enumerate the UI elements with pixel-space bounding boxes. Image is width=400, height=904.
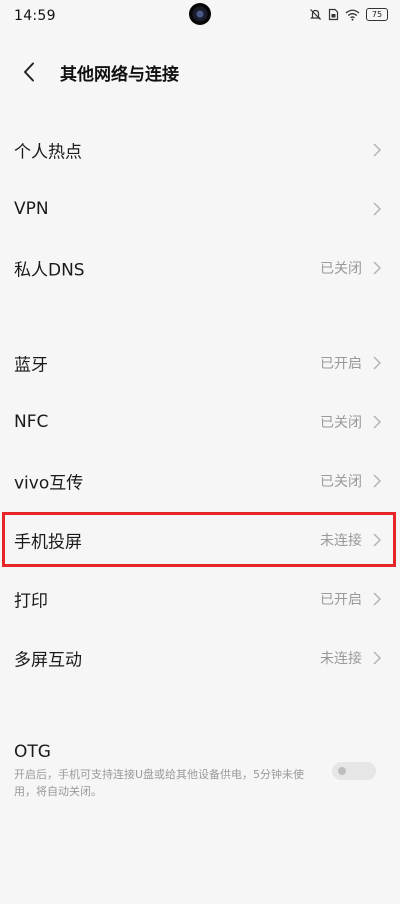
status-icons: 75 bbox=[309, 8, 388, 21]
item-label: 打印 bbox=[14, 591, 48, 612]
nfc-item[interactable]: NFC 已关闭 bbox=[0, 393, 400, 451]
chevron-right-icon bbox=[373, 592, 382, 606]
item-label: vivo互传 bbox=[14, 473, 84, 494]
status-time: 14:59 bbox=[14, 8, 56, 24]
chevron-right-icon bbox=[373, 651, 382, 665]
otg-toggle[interactable] bbox=[332, 762, 376, 780]
back-button[interactable] bbox=[14, 56, 44, 88]
vivo-share-item[interactable]: vivo互传 已关闭 bbox=[0, 452, 400, 510]
item-label: VPN bbox=[14, 199, 49, 219]
item-label: 手机投屏 bbox=[14, 532, 82, 553]
front-camera bbox=[189, 3, 211, 25]
otg-description: 开启后，手机可支持连接U盘或给其他设备供电，5分钟未使用，将自动关闭。 bbox=[14, 768, 305, 798]
otg-label: OTG bbox=[14, 742, 51, 762]
item-value: 未连接 bbox=[320, 533, 362, 549]
hotspot-item[interactable]: 个人热点 bbox=[0, 121, 400, 179]
item-label: 个人热点 bbox=[14, 142, 82, 163]
battery-icon: 75 bbox=[366, 8, 388, 21]
mute-icon bbox=[310, 9, 321, 20]
chevron-right-icon bbox=[373, 261, 382, 275]
item-label: 蓝牙 bbox=[14, 355, 48, 376]
chevron-right-icon bbox=[373, 143, 382, 157]
item-value: 已关闭 bbox=[320, 474, 362, 490]
item-label: 私人DNS bbox=[14, 260, 85, 281]
item-value: 未连接 bbox=[320, 651, 362, 667]
toggle-knob bbox=[338, 767, 346, 775]
wifi-icon bbox=[345, 9, 360, 21]
chevron-right-icon bbox=[373, 533, 382, 547]
chevron-left-icon bbox=[24, 62, 34, 82]
header: 其他网络与连接 bbox=[0, 52, 400, 92]
vpn-item[interactable]: VPN bbox=[0, 180, 400, 238]
chevron-right-icon bbox=[373, 202, 382, 216]
multi-screen-item[interactable]: 多屏互动 未连接 bbox=[0, 629, 400, 687]
page-title: 其他网络与连接 bbox=[60, 65, 179, 85]
private-dns-item[interactable]: 私人DNS 已关闭 bbox=[0, 239, 400, 297]
item-value: 已关闭 bbox=[320, 261, 362, 277]
bluetooth-item[interactable]: 蓝牙 已开启 bbox=[0, 334, 400, 392]
item-value: 已开启 bbox=[320, 356, 362, 372]
chevron-right-icon bbox=[373, 415, 382, 429]
item-label: NFC bbox=[14, 412, 49, 432]
sim-icon bbox=[328, 8, 339, 21]
status-bar: 14:59 75 bbox=[0, 0, 400, 34]
item-label: 多屏互动 bbox=[14, 650, 82, 671]
screen-cast-item[interactable]: 手机投屏 未连接 bbox=[0, 511, 400, 569]
otg-section: OTG 开启后，手机可支持连接U盘或给其他设备供电，5分钟未使用，将自动关闭。 bbox=[0, 738, 400, 808]
item-value: 已关闭 bbox=[320, 415, 362, 431]
chevron-right-icon bbox=[373, 474, 382, 488]
item-value: 已开启 bbox=[320, 592, 362, 608]
chevron-right-icon bbox=[373, 356, 382, 370]
print-item[interactable]: 打印 已开启 bbox=[0, 570, 400, 628]
